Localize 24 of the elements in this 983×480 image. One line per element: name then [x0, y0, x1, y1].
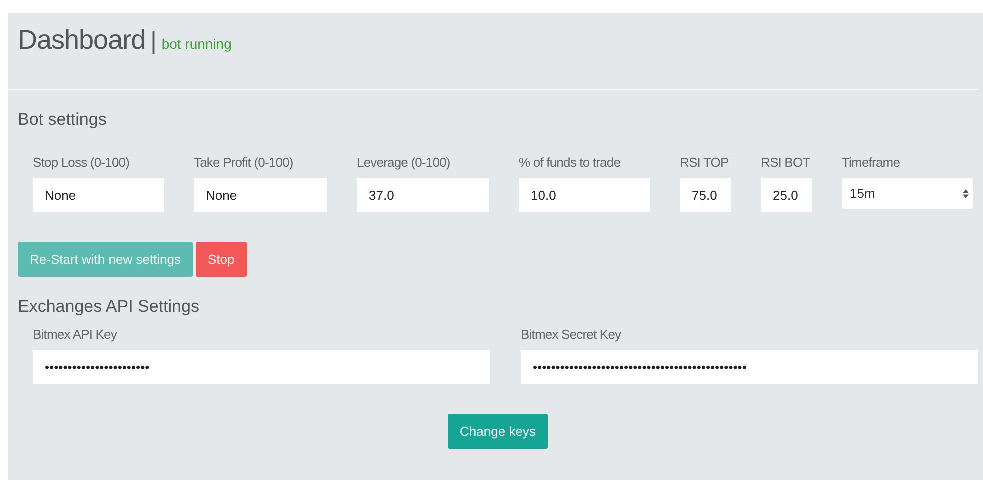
- input-field[interactable]: None: [33, 178, 164, 212]
- input-field[interactable]: •••••••••••••••••••••••••••••••••••••••••••••••: [521, 350, 978, 384]
- timeframe-dropdown[interactable]: 15m: [842, 178, 973, 209]
- section-heading: Bot settings: [18, 110, 108, 131]
- field-label: Take Profit (0-100): [194, 155, 294, 170]
- field-label: Bitmex Secret Key: [521, 327, 622, 342]
- field-label: RSI TOP: [680, 155, 730, 170]
- input-field[interactable]: 25.0: [761, 178, 812, 212]
- field-label: % of funds to trade: [519, 155, 622, 170]
- status-text: bot running: [162, 36, 232, 52]
- section-heading: Exchanges API Settings: [18, 297, 200, 318]
- field-label: Bitmex API Key: [33, 327, 118, 342]
- input-field[interactable]: 10.0: [519, 178, 650, 212]
- input-field[interactable]: None: [194, 178, 327, 212]
- field-label: Leverage (0-100): [357, 155, 452, 170]
- page-title: Dashboard: [18, 25, 146, 56]
- title-separator: |: [150, 28, 157, 56]
- field-label: Stop Loss (0-100): [33, 155, 131, 170]
- input-field[interactable]: 37.0: [357, 178, 489, 212]
- input-field[interactable]: 75.0: [680, 178, 731, 212]
- select-arrows-icon: [963, 188, 969, 198]
- field-label: RSI BOT: [761, 155, 812, 170]
- field-label: Timeframe: [842, 155, 902, 170]
- input-field[interactable]: •••••••••••••••••••••••: [33, 350, 490, 384]
